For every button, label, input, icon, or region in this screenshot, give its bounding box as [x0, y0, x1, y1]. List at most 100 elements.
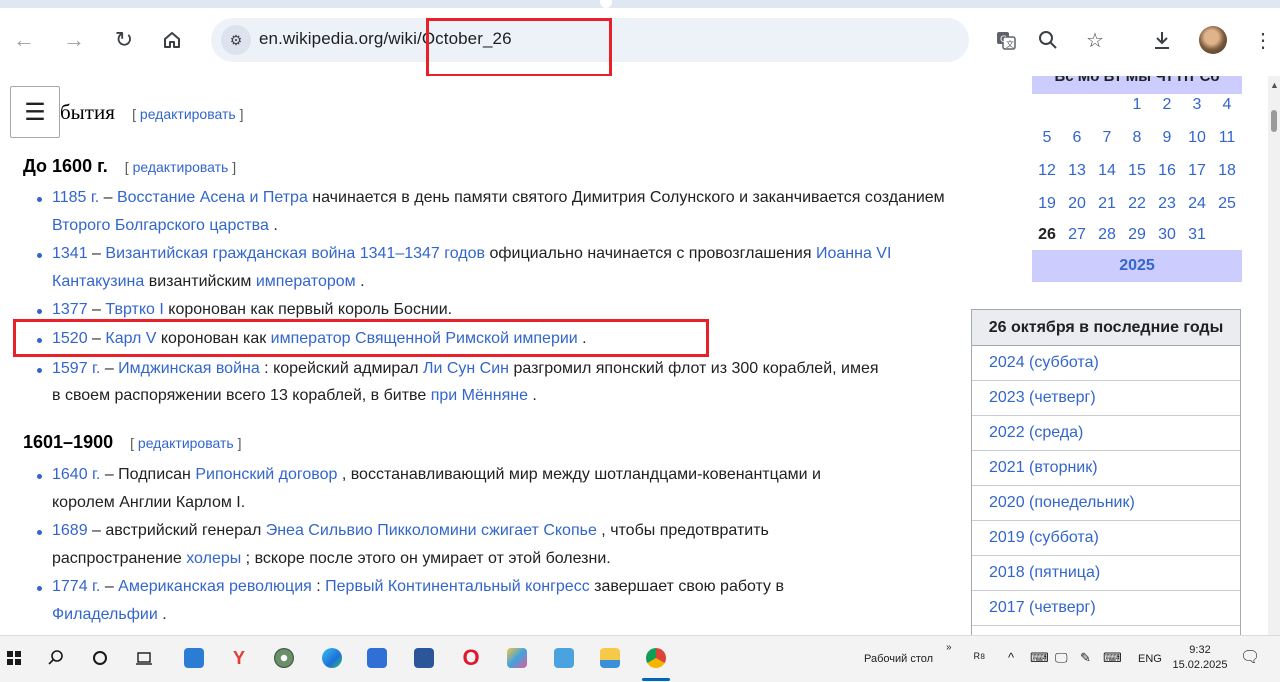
calendar-day[interactable]: 5 [1032, 129, 1062, 147]
taskbar-app-media[interactable] [363, 644, 391, 672]
battle-link[interactable]: при Мённяне [431, 387, 528, 404]
system-clock[interactable]: 9:32 15.02.2025 [1172, 643, 1228, 673]
event-link[interactable]: Американская революция [118, 578, 312, 595]
taskbar-app-control[interactable] [550, 644, 578, 672]
calendar-day[interactable]: 6 [1062, 129, 1092, 147]
event-link[interactable]: Первый Континентальный конгресс [325, 578, 590, 595]
calendar-day[interactable]: 4 [1212, 96, 1242, 114]
recent-year-link[interactable]: 2022 (среда) [972, 416, 1240, 451]
search-button[interactable] [42, 644, 70, 672]
recent-year-link[interactable]: 2020 (понедельник) [972, 486, 1240, 521]
home-button[interactable] [156, 24, 188, 56]
city-link[interactable]: Филадельфии [52, 606, 158, 623]
calendar-day[interactable]: 27 [1062, 226, 1092, 244]
scrollbar-thumb[interactable] [1271, 110, 1277, 132]
calendar-day[interactable]: 7 [1092, 129, 1122, 147]
calendar-day[interactable]: 12 [1032, 162, 1062, 180]
edit-link[interactable]: редактировать [138, 435, 234, 451]
back-button[interactable]: ← [8, 24, 40, 56]
edit-link[interactable]: редактировать [140, 106, 236, 122]
chevron-icon[interactable]: » [946, 642, 952, 653]
calendar-day[interactable]: 18 [1212, 162, 1242, 180]
zoom-button[interactable] [1032, 24, 1064, 56]
year-link[interactable]: 1341 [52, 245, 88, 262]
start-button[interactable] [0, 644, 28, 672]
tray-overflow-chevron-icon[interactable]: ^ [1008, 650, 1014, 665]
download-button[interactable] [1146, 24, 1178, 56]
calendar-day[interactable]: 22 [1122, 195, 1152, 213]
recent-year-link[interactable]: 2023 (четверг) [972, 381, 1240, 416]
calendar-day[interactable]: 30 [1152, 226, 1182, 244]
recent-year-link[interactable]: 2017 (четверг) [972, 591, 1240, 626]
event-link[interactable]: Второго Болгарского царства [52, 217, 269, 234]
calendar-day[interactable]: 9 [1152, 129, 1182, 147]
keyboard-layout-icon[interactable]: ⌨ [1030, 650, 1049, 666]
calendar-day[interactable]: 8 [1122, 129, 1152, 147]
calendar-day[interactable]: 10 [1182, 129, 1212, 147]
taskbar-app-explorer[interactable] [596, 644, 624, 672]
desktop-toolbar-label[interactable]: Рабочий стол [864, 653, 933, 665]
recent-year-link[interactable]: 2018 (пятница) [972, 556, 1240, 591]
year-link[interactable]: 1689 [52, 522, 88, 539]
browser-menu-button[interactable]: ⋮ [1247, 24, 1279, 56]
calendar-day[interactable]: 20 [1062, 195, 1092, 213]
people-icon[interactable]: ᴿ⁸ [974, 650, 985, 665]
calendar-year-link[interactable]: 2025 [1032, 250, 1242, 282]
taskbar-app-yandex[interactable]: Y [225, 644, 253, 672]
calendar-day[interactable]: 19 [1032, 195, 1062, 213]
calendar-day[interactable]: 17 [1182, 162, 1212, 180]
network-icon[interactable]: 🖵 [1055, 650, 1068, 666]
recent-year-link[interactable]: 2016 (среда) [972, 626, 1240, 635]
taskbar-app-chrome[interactable] [642, 644, 670, 672]
recent-year-link[interactable]: 2019 (суббота) [972, 521, 1240, 556]
year-link[interactable]: 1377 [52, 301, 88, 318]
person-link[interactable]: Ли Сун Син [423, 360, 509, 377]
table-of-contents-button[interactable]: ☰ [10, 86, 60, 138]
taskbar-app-edge[interactable] [318, 644, 346, 672]
event-link[interactable]: Энеа Сильвио Пикколомини сжигает Скопье [266, 522, 597, 539]
taskbar-app-word[interactable] [410, 644, 438, 672]
title-link[interactable]: императором [256, 273, 356, 290]
task-view-button[interactable] [130, 644, 158, 672]
person-link[interactable]: Твртко I [105, 301, 163, 318]
recent-year-link[interactable]: 2021 (вторник) [972, 451, 1240, 486]
calendar-day[interactable]: 28 [1092, 226, 1122, 244]
scroll-up-arrow-icon[interactable]: ▲ [1270, 80, 1279, 90]
year-link[interactable]: 1774 г. [52, 578, 100, 595]
forward-button[interactable]: → [58, 24, 90, 56]
profile-avatar[interactable] [1199, 26, 1227, 54]
notification-center-button[interactable]: 🗨 [1240, 647, 1260, 667]
event-link[interactable]: Восстание Асена и Петра [117, 189, 308, 206]
calendar-day[interactable]: 13 [1062, 162, 1092, 180]
calendar-day[interactable]: 2 [1152, 96, 1182, 114]
person-link[interactable]: Кантакузина [52, 273, 144, 290]
calendar-day[interactable]: 21 [1092, 195, 1122, 213]
year-link[interactable]: 1185 г. [52, 189, 99, 206]
calendar-day[interactable]: 14 [1092, 162, 1122, 180]
calendar-day[interactable]: 3 [1182, 96, 1212, 114]
disease-link[interactable]: холеры [186, 550, 241, 567]
bookmark-button[interactable]: ☆ [1079, 24, 1111, 56]
calendar-day[interactable]: 11 [1212, 129, 1242, 147]
pen-icon[interactable]: ✎ [1080, 650, 1091, 666]
language-indicator[interactable]: ENG [1138, 653, 1162, 665]
site-info-button[interactable]: ⚙ [221, 25, 251, 55]
calendar-day[interactable]: 31 [1182, 226, 1212, 244]
calendar-day[interactable]: 24 [1182, 195, 1212, 213]
cortana-button[interactable] [86, 644, 114, 672]
year-link[interactable]: 1640 г. [52, 466, 100, 483]
reload-button[interactable]: ↻ [108, 24, 140, 56]
event-link[interactable]: Имджинская война [118, 360, 260, 377]
calendar-day[interactable]: 15 [1122, 162, 1152, 180]
calendar-day[interactable]: 25 [1212, 195, 1242, 213]
calendar-day[interactable]: 23 [1152, 195, 1182, 213]
calendar-day[interactable]: 29 [1122, 226, 1152, 244]
event-link[interactable]: Византийская гражданская война 1341–1347… [105, 245, 485, 262]
year-link[interactable]: 1597 г. [52, 360, 100, 377]
touch-keyboard-icon[interactable]: ⌨ [1103, 650, 1122, 666]
taskbar-app-opera[interactable]: O [457, 644, 485, 672]
calendar-day[interactable]: 16 [1152, 162, 1182, 180]
recent-year-link[interactable]: 2024 (суббота) [972, 346, 1240, 381]
person-link[interactable]: Иоанна VI [816, 245, 891, 262]
taskbar-app-mail[interactable] [180, 644, 208, 672]
